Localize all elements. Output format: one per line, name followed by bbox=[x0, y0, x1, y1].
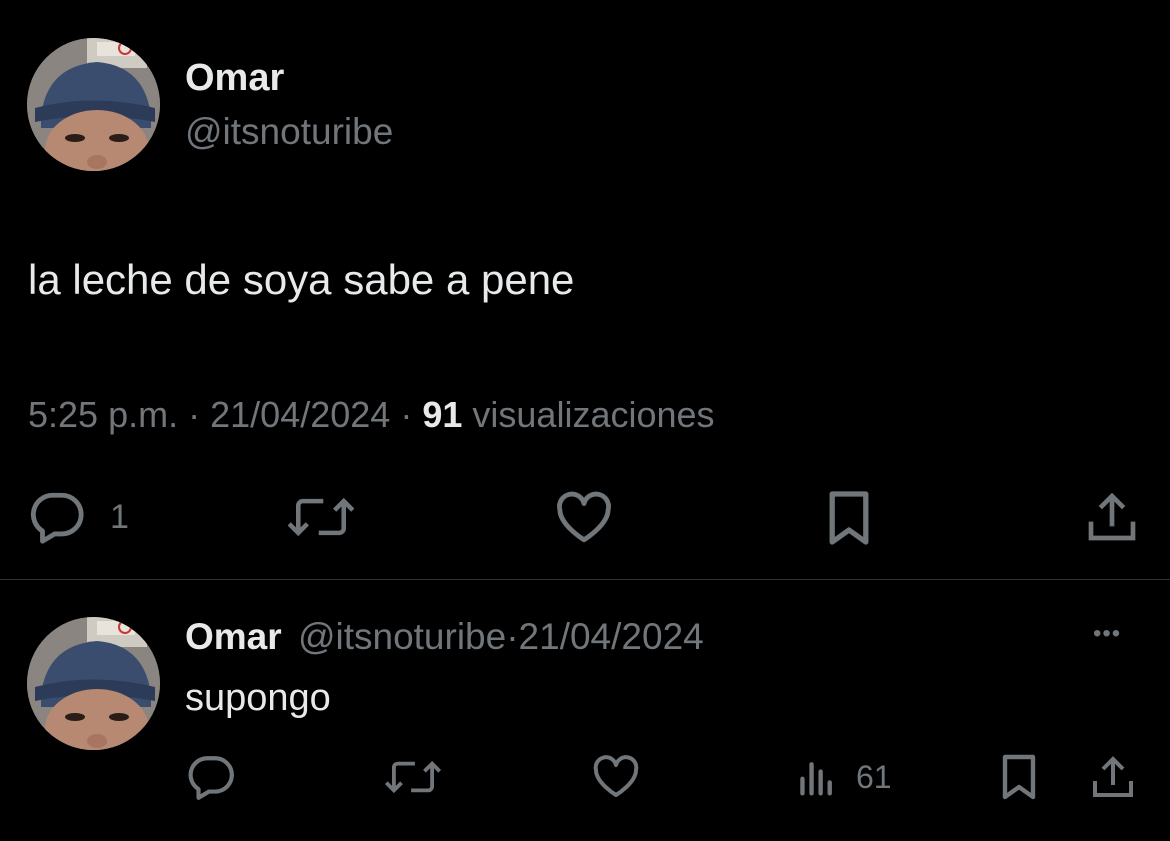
retweet-button[interactable] bbox=[288, 492, 354, 542]
tweet-meta: 5:25 p.m. · 21/04/2024 · 91 visualizacio… bbox=[28, 393, 715, 437]
author-avatar[interactable] bbox=[27, 38, 160, 171]
share-button[interactable] bbox=[1089, 752, 1137, 802]
meta-separator: · bbox=[188, 394, 201, 435]
reply-text: supongo bbox=[185, 677, 331, 719]
reply-date[interactable]: 21/04/2024 bbox=[519, 616, 704, 657]
views-count: 61 bbox=[856, 758, 892, 795]
bookmark-button[interactable] bbox=[999, 752, 1039, 802]
tweet-time[interactable]: 5:25 p.m. bbox=[28, 394, 178, 435]
reply-button[interactable] bbox=[186, 754, 236, 800]
tweet-text: la leche de soya sabe a pene bbox=[28, 256, 575, 303]
like-button[interactable] bbox=[555, 491, 613, 545]
divider bbox=[0, 579, 1170, 580]
share-button[interactable] bbox=[1084, 488, 1140, 546]
views-label: visualizaciones bbox=[472, 394, 715, 435]
views-icon bbox=[796, 757, 838, 797]
retweet-button[interactable] bbox=[385, 756, 441, 798]
like-icon bbox=[592, 755, 640, 799]
share-icon bbox=[1084, 488, 1140, 546]
retweet-icon bbox=[288, 492, 354, 542]
tweet-date[interactable]: 21/04/2024 bbox=[210, 394, 390, 435]
share-icon bbox=[1089, 752, 1137, 802]
like-button[interactable] bbox=[592, 755, 640, 799]
bookmark-button[interactable] bbox=[825, 488, 873, 548]
reply-author-name[interactable]: Omar bbox=[185, 616, 282, 657]
reply-count: 1 bbox=[110, 497, 129, 536]
views-button[interactable]: 61 bbox=[796, 757, 892, 797]
retweet-icon bbox=[385, 756, 441, 798]
reply-icon bbox=[28, 490, 86, 544]
meta-separator: · bbox=[400, 394, 413, 435]
meta-separator: · bbox=[506, 616, 519, 657]
reply-button[interactable]: 1 bbox=[28, 490, 129, 544]
bookmark-icon bbox=[999, 752, 1039, 802]
reply-icon bbox=[186, 754, 236, 800]
author-handle[interactable]: @itsnoturibe bbox=[185, 110, 393, 154]
author-name[interactable]: Omar bbox=[185, 56, 284, 100]
more-options-icon[interactable]: ••• bbox=[1093, 620, 1121, 648]
bookmark-icon bbox=[825, 488, 873, 548]
like-icon bbox=[555, 491, 613, 545]
reply-author-avatar[interactable] bbox=[27, 617, 160, 750]
reply-author-handle[interactable]: @itsnoturibe bbox=[298, 616, 506, 657]
reply-header: Omar @itsnoturibe·21/04/2024 bbox=[185, 614, 704, 660]
views-count: 91 bbox=[422, 394, 463, 435]
